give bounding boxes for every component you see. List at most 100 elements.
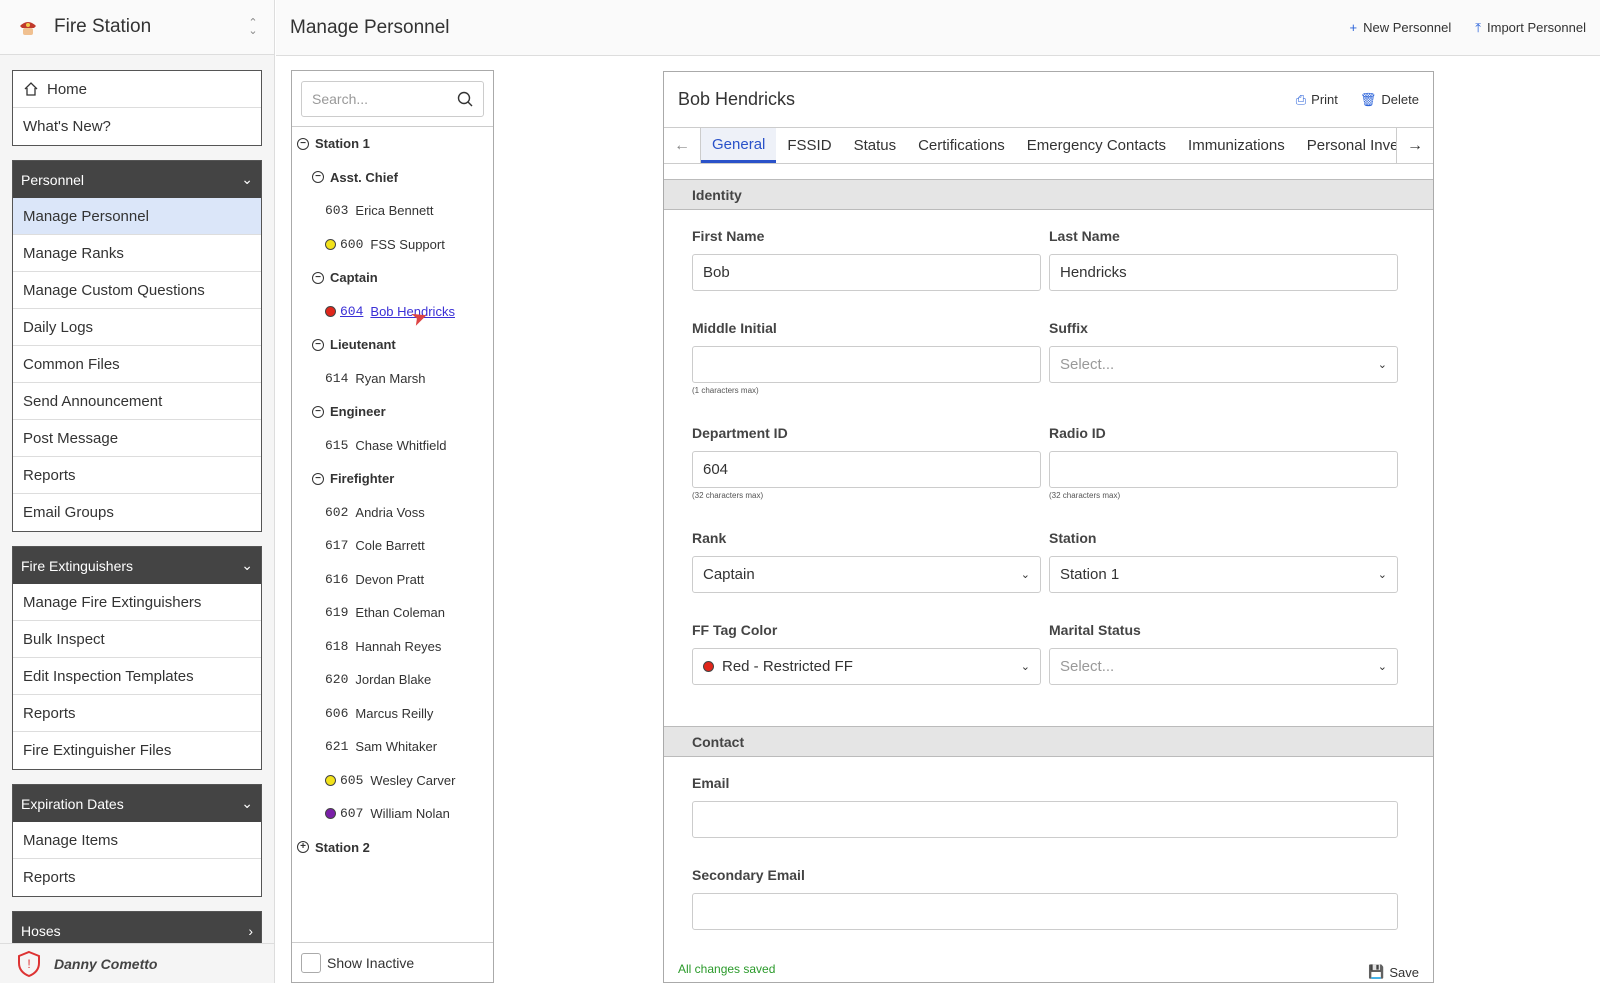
collapse-icon[interactable]: −: [312, 171, 324, 184]
tab-general[interactable]: General: [701, 128, 777, 163]
nav-item-manage-custom-questions[interactable]: Manage Custom Questions: [13, 272, 261, 309]
nav-item-reports[interactable]: Reports: [13, 859, 261, 896]
app-switcher[interactable]: Fire Station ⌃ ⌄: [0, 0, 274, 55]
tree-rank[interactable]: − Lieutenant: [292, 328, 493, 362]
person-name: Erica Bennett: [355, 203, 434, 219]
person-number: 607: [340, 806, 364, 822]
suffix-select[interactable]: Select... ⌄: [1049, 346, 1398, 383]
tab-emergency-contacts[interactable]: Emergency Contacts: [1016, 128, 1177, 163]
nav-item-post-message[interactable]: Post Message: [13, 420, 261, 457]
tree-station[interactable]: + Station 2: [292, 831, 493, 865]
tab-personal-inventory[interactable]: Personal Inver: [1296, 128, 1396, 163]
tree-person[interactable]: 606 Marcus Reilly: [292, 697, 493, 731]
nav-group-header[interactable]: Expiration Dates ⌄: [13, 785, 261, 822]
tree-person[interactable]: 615 Chase Whitfield: [292, 429, 493, 463]
first-name-input[interactable]: Bob: [692, 254, 1041, 291]
nav-item-daily-logs[interactable]: Daily Logs: [13, 309, 261, 346]
nav-item-home[interactable]: Home: [13, 71, 261, 108]
tree-person[interactable]: 619 Ethan Coleman: [292, 596, 493, 630]
show-inactive-toggle[interactable]: Show Inactive: [292, 942, 493, 982]
marital-status-select[interactable]: Select... ⌄: [1049, 648, 1398, 685]
tree-person[interactable]: 616 Devon Pratt: [292, 563, 493, 597]
email-input[interactable]: [692, 801, 1398, 838]
print-button[interactable]: ⎙ Print: [1296, 92, 1338, 108]
tree-person[interactable]: 614 Ryan Marsh: [292, 362, 493, 396]
last-name-input[interactable]: Hendricks: [1049, 254, 1398, 291]
tab-scroll-right-icon[interactable]: →: [1396, 128, 1433, 163]
import-personnel-button[interactable]: ⤒ Import Personnel: [1475, 20, 1586, 36]
app-title: Fire Station: [54, 16, 152, 37]
nav-item-reports[interactable]: Reports: [13, 457, 261, 494]
person-number: 604: [340, 303, 364, 319]
nav-item-manage-ranks[interactable]: Manage Ranks: [13, 235, 261, 272]
tree-person[interactable]: 621 Sam Whitaker: [292, 730, 493, 764]
ff-tag-color-select[interactable]: Red - Restricted FF ⌄: [692, 648, 1041, 685]
save-button[interactable]: 💾 Save: [1368, 962, 1419, 982]
nav-item-send-announcement[interactable]: Send Announcement: [13, 383, 261, 420]
secondary-email-input[interactable]: [692, 893, 1398, 930]
tree-rank[interactable]: − Engineer: [292, 395, 493, 429]
search-input[interactable]: [312, 91, 442, 107]
tree-person[interactable]: 618 Hannah Reyes: [292, 630, 493, 664]
nav-item-reports[interactable]: Reports: [13, 695, 261, 732]
tree-rank[interactable]: − Firefighter: [292, 462, 493, 496]
tree-person-selected[interactable]: 604 Bob Hendricks: [292, 295, 493, 329]
tree-person[interactable]: 602 Andria Voss: [292, 496, 493, 530]
delete-button[interactable]: 🗑 Delete: [1360, 92, 1419, 108]
tab-scroll-left-icon[interactable]: ←: [664, 128, 701, 163]
tab-immunizations[interactable]: Immunizations: [1177, 128, 1296, 163]
nav-item-fire-extinguisher-files[interactable]: Fire Extinguisher Files: [13, 732, 261, 769]
nav-item-common-files[interactable]: Common Files: [13, 346, 261, 383]
show-inactive-checkbox[interactable]: [301, 952, 321, 973]
chevron-down-icon: ⌄: [1020, 661, 1030, 673]
tree-station[interactable]: − Station 1: [292, 127, 493, 161]
tab-certifications[interactable]: Certifications: [907, 128, 1016, 163]
collapse-icon[interactable]: −: [312, 338, 324, 351]
search-box[interactable]: [301, 81, 484, 117]
tree-person[interactable]: 617 Cole Barrett: [292, 529, 493, 563]
first-name-field: First Name Bob: [692, 228, 1041, 291]
nav-item-edit-inspection-templates[interactable]: Edit Inspection Templates: [13, 658, 261, 695]
svg-text:!: !: [27, 957, 30, 971]
collapse-icon[interactable]: −: [312, 271, 324, 284]
field-value: Bob: [703, 264, 730, 281]
nav-item-email-groups[interactable]: Email Groups: [13, 494, 261, 531]
user-profile[interactable]: ! Danny Cometto: [0, 943, 274, 983]
search-icon[interactable]: [457, 91, 473, 107]
tree-person[interactable]: 600 FSS Support: [292, 228, 493, 262]
tab-fssid[interactable]: FSSID: [776, 128, 842, 163]
card-actions: ⎙ Print 🗑 Delete: [1296, 92, 1419, 108]
nav-item-bulk-inspect[interactable]: Bulk Inspect: [13, 621, 261, 658]
department-id-input[interactable]: 604: [692, 451, 1041, 488]
rank-select[interactable]: Captain ⌄: [692, 556, 1041, 593]
tab-status[interactable]: Status: [843, 128, 908, 163]
radio-id-input[interactable]: [1049, 451, 1398, 488]
nav-item-manage-fire-extinguishers[interactable]: Manage Fire Extinguishers: [13, 584, 261, 621]
tree-person[interactable]: 620 Jordan Blake: [292, 663, 493, 697]
person-name: Cole Barrett: [355, 538, 425, 554]
station-select[interactable]: Station 1 ⌄: [1049, 556, 1398, 593]
tree-rank[interactable]: − Captain: [292, 261, 493, 295]
nav-group-header[interactable]: Personnel ⌄: [13, 161, 261, 198]
middle-initial-input[interactable]: [692, 346, 1041, 383]
station-label: Station 2: [315, 839, 370, 855]
tree-person[interactable]: 605 Wesley Carver: [292, 764, 493, 798]
field-label: Radio ID: [1049, 425, 1106, 441]
chevron-updown-icon[interactable]: ⌃ ⌄: [246, 18, 260, 37]
nav-item-label: Fire Extinguisher Files: [23, 742, 172, 759]
tree-person[interactable]: 607 William Nolan: [292, 797, 493, 831]
topbar: Manage Personnel + New Personnel ⤒ Import …: [276, 0, 1600, 56]
nav-group-header[interactable]: Fire Extinguishers ⌄: [13, 547, 261, 584]
expand-icon[interactable]: +: [297, 841, 309, 854]
collapse-icon[interactable]: −: [312, 405, 324, 418]
new-personnel-button[interactable]: + New Personnel: [1350, 20, 1452, 35]
nav-item-whats-new[interactable]: What's New?: [13, 108, 261, 145]
tree-rank[interactable]: − Asst. Chief: [292, 161, 493, 195]
nav-group-title: Fire Extinguishers: [21, 557, 134, 574]
collapse-icon[interactable]: −: [312, 472, 324, 485]
nav-item-manage-personnel[interactable]: Manage Personnel: [13, 198, 261, 235]
collapse-icon[interactable]: −: [297, 137, 309, 150]
nav-item-manage-items[interactable]: Manage Items: [13, 822, 261, 859]
home-icon: [23, 81, 39, 97]
tree-person[interactable]: 603 Erica Bennett: [292, 194, 493, 228]
